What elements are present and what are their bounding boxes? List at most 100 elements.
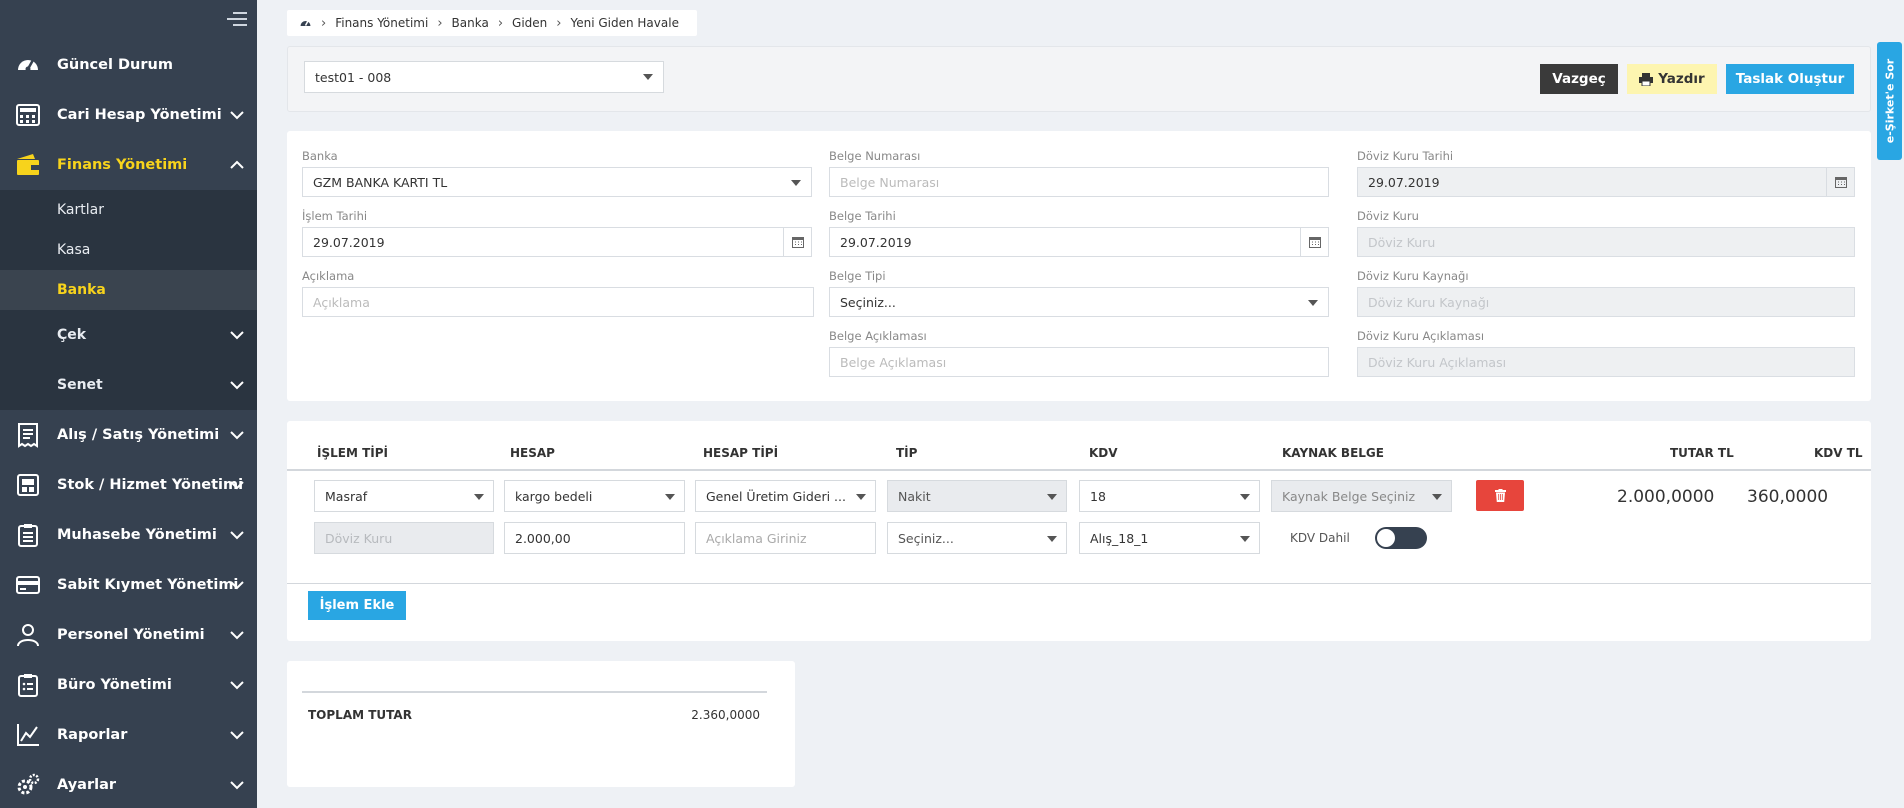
create-draft-button[interactable]: Taslak Oluştur — [1726, 64, 1854, 94]
total-value: 2.360,0000 — [691, 708, 760, 722]
select-value: GZM BANKA KARTI TL — [313, 174, 448, 190]
belge-aciklamasi-input[interactable]: Belge Açıklaması — [829, 347, 1329, 377]
belge-tarihi-input[interactable]: 29.07.2019 — [829, 227, 1329, 257]
islem-tipi-select[interactable]: Masraf — [314, 480, 494, 512]
sidebar-subitem-kartlar[interactable]: Kartlar — [0, 190, 257, 230]
islem-tarihi-input[interactable]: 29.07.2019 — [302, 227, 812, 257]
sidebar: Güncel Durum Cari Hesap Yönetimi Finans … — [0, 0, 257, 808]
clipboard-list-icon — [14, 671, 42, 699]
doviz-kuru-aciklamasi-input: Döviz Kuru Açıklaması — [1357, 347, 1855, 377]
add-transaction-button[interactable]: İşlem Ekle — [308, 591, 406, 620]
print-button[interactable]: Yazdır — [1627, 64, 1717, 94]
kdv-dahil-toggle[interactable] — [1375, 527, 1427, 549]
field-label: İşlem Tarihi — [302, 209, 368, 223]
sidebar-subitem-kasa[interactable]: Kasa — [0, 230, 257, 270]
kdv-kodu-select[interactable]: Alış_18_1 — [1079, 522, 1260, 554]
sidebar-item-label: Raporlar — [57, 727, 128, 743]
breadcrumb-separator-icon: › — [321, 15, 327, 31]
belge-tipi-select[interactable]: Seçiniz... — [829, 287, 1329, 317]
toggle-knob — [1377, 529, 1395, 547]
record-select[interactable]: test01 - 008 — [304, 61, 664, 93]
finans-submenu: Kartlar Kasa Banka Çek Senet — [0, 190, 257, 410]
caret-down-icon — [1240, 536, 1250, 542]
chart-icon — [14, 721, 42, 749]
select-value: Seçiniz... — [898, 530, 954, 546]
chevron-down-icon — [230, 381, 244, 390]
user-icon — [14, 621, 42, 649]
help-side-tab[interactable]: e-Şirket'e Sor — [1877, 42, 1902, 160]
column-header: TİP — [896, 446, 918, 460]
calendar-icon[interactable] — [783, 228, 811, 256]
sidebar-subitem-senet[interactable]: Senet — [0, 360, 257, 410]
sidebar-item-raporlar[interactable]: Raporlar — [0, 710, 257, 760]
sidebar-item-sabit-kiymet[interactable]: Sabit Kıymet Yönetimi — [0, 560, 257, 610]
breadcrumb-item[interactable]: Giden — [512, 16, 547, 30]
breadcrumb-item[interactable]: Banka — [452, 16, 489, 30]
column-header: HESAP TİPİ — [703, 446, 779, 460]
input-value: 29.07.2019 — [1368, 174, 1440, 190]
banka-field: Banka GZM BANKA KARTI TL — [302, 149, 812, 197]
breadcrumb-item[interactable]: Finans Yönetimi — [335, 16, 428, 30]
dashboard-icon[interactable] — [299, 17, 312, 30]
breadcrumb-separator-icon: › — [437, 15, 443, 31]
hesap-tipi-select[interactable]: Genel Üretim Gideri ... — [695, 480, 876, 512]
sidebar-item-finans[interactable]: Finans Yönetimi — [0, 140, 257, 190]
sidebar-subitem-banka[interactable]: Banka — [0, 270, 257, 310]
islem-tarihi-field: İşlem Tarihi 29.07.2019 — [302, 209, 812, 257]
chevron-up-icon — [230, 160, 244, 169]
breadcrumb-item-current: Yeni Giden Havale — [570, 16, 679, 30]
sidebar-item-cari-hesap[interactable]: Cari Hesap Yönetimi — [0, 90, 257, 140]
doviz-kuru-aciklamasi-field: Döviz Kuru Açıklaması Döviz Kuru Açıklam… — [1357, 329, 1855, 377]
sidebar-item-label: Güncel Durum — [57, 57, 173, 73]
input-placeholder: Döviz Kuru — [325, 530, 393, 546]
table-footer-divider — [287, 583, 1871, 584]
sidebar-item-label: Büro Yönetimi — [57, 677, 172, 693]
sidebar-subitem-cek[interactable]: Çek — [0, 310, 257, 360]
caret-down-icon — [791, 180, 801, 186]
sidebar-item-guncel-durum[interactable]: Güncel Durum — [0, 40, 257, 90]
input-placeholder: Döviz Kuru Kaynağı — [1368, 294, 1490, 310]
input-value: 2.000,00 — [515, 530, 571, 546]
sidebar-item-stok-hizmet[interactable]: Stok / Hizmet Yönetimi — [0, 460, 257, 510]
delete-row-button[interactable] — [1476, 480, 1524, 511]
gears-icon — [14, 771, 42, 799]
aciklama-input[interactable]: Açıklama — [302, 287, 814, 317]
field-label: Banka — [302, 149, 338, 163]
chevron-down-icon — [230, 431, 244, 440]
breadcrumb-separator-icon: › — [497, 15, 504, 31]
menu-toggle-icon[interactable] — [227, 12, 247, 28]
add-transaction-label: İşlem Ekle — [319, 598, 395, 613]
help-tab-label: e-Şirket'e Sor — [1883, 58, 1896, 144]
chevron-down-icon — [230, 331, 244, 340]
banka-select[interactable]: GZM BANKA KARTI TL — [302, 167, 812, 197]
doviz-kuru-kaynagi-field: Döviz Kuru Kaynağı Döviz Kuru Kaynağı — [1357, 269, 1855, 317]
sidebar-item-buro[interactable]: Büro Yönetimi — [0, 660, 257, 710]
sidebar-item-ayarlar[interactable]: Ayarlar — [0, 760, 257, 808]
subitem-label: Kartlar — [57, 202, 104, 218]
amount-input[interactable]: 2.000,00 — [504, 522, 685, 554]
receipt-icon — [14, 421, 42, 449]
row-secim-select[interactable]: Seçiniz... — [887, 522, 1067, 554]
sidebar-item-alis-satis[interactable]: Alış / Satış Yönetimi — [0, 410, 257, 460]
doviz-kuru-row-input: Döviz Kuru — [314, 522, 494, 554]
sidebar-item-muhasebe[interactable]: Muhasebe Yönetimi — [0, 510, 257, 560]
caret-down-icon — [856, 494, 866, 500]
wallet-icon — [14, 151, 42, 179]
printer-icon — [1639, 72, 1654, 86]
field-label: Döviz Kuru — [1357, 209, 1419, 223]
hesap-select[interactable]: kargo bedeli — [504, 480, 685, 512]
belge-numarasi-input[interactable]: Belge Numarası — [829, 167, 1329, 197]
caret-down-icon — [1047, 494, 1057, 500]
field-label: Belge Numarası — [829, 149, 921, 163]
sidebar-item-personel[interactable]: Personel Yönetimi — [0, 610, 257, 660]
action-bar: test01 - 008 Vazgeç Yazdır Taslak Oluştu… — [287, 46, 1871, 112]
calendar-icon[interactable] — [1300, 228, 1328, 256]
row-aciklama-input[interactable]: Açıklama Giriniz — [695, 522, 876, 554]
record-select-value: test01 - 008 — [315, 69, 392, 85]
column-header: HESAP — [510, 446, 555, 460]
sidebar-header — [0, 0, 257, 40]
kdv-select[interactable]: 18 — [1079, 480, 1260, 512]
caret-down-icon — [474, 494, 484, 500]
total-label: TOPLAM TUTAR — [308, 708, 412, 722]
cancel-button[interactable]: Vazgeç — [1540, 64, 1618, 94]
